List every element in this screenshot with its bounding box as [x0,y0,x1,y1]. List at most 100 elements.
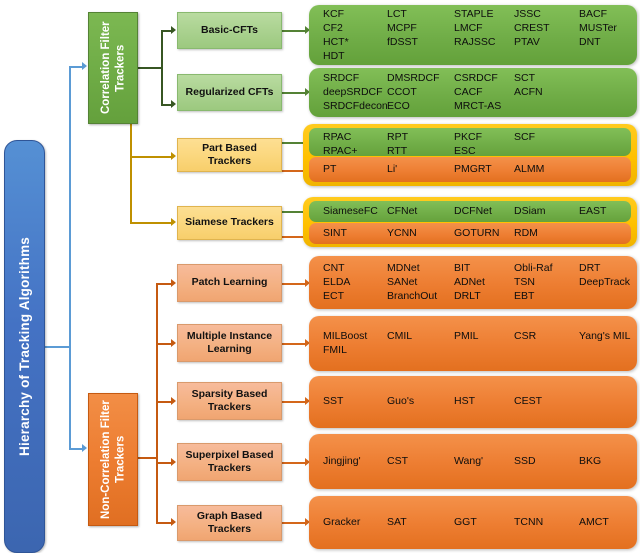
connector-noncf-stub [138,457,158,460]
connector-noncf-to-patch [156,283,172,286]
category-regularized-cfts[interactable]: Regularized CFTs [177,74,282,111]
tracker-name: CMIL [387,329,413,342]
tracker-name: MDNet [387,261,420,274]
category-part-based-trackers[interactable]: Part Based Trackers [177,138,282,172]
tracker-name: RAJSSC [454,36,496,48]
tracker-name: CCOT [387,85,417,98]
tracker-name: SINT [323,226,347,239]
category-siamese-trackers[interactable]: Siamese Trackers [177,206,282,240]
tracker-name: SCF [514,131,535,143]
branch-noncf-label: Non-Correlation Filter Trackers [99,400,126,519]
tracker-name: DeepTrack [579,275,630,288]
connector-cf-yellow-drop [130,214,133,224]
arrow-noncf-to-patch-icon [171,279,176,287]
category-superpixel-based-trackers[interactable]: Superpixel Based Trackers [177,443,282,481]
tracker-name: JSSC [514,8,541,20]
connector-root-to-cf [69,66,83,68]
panel-siamese-wrapper: SiameseFC CFNet DCFNet DSiam EAST SINT YCNN GO… [303,197,637,247]
category-graph-based-trackers[interactable]: Graph Based Trackers [177,505,282,541]
tracker-name: CFNet [387,204,418,217]
panel-basic-cfts-grid: KCF LCT STAPLE JSSC BACF CF2 MCPF LMCF CREST MUST… [309,5,637,65]
panel-part-based-green: RPAC RPT PKCF SCF RPAC+ RTT ESC [309,128,631,157]
panel-siamese-orange-grid: SINT YCNN GOTURN RDM [309,223,631,244]
arrow-cf-to-siamese-icon [171,218,176,226]
tracker-name: SiameseFC [323,204,378,217]
panel-patch-learning: CNT MDNet BIT Obli-Raf DRT ELDA SANet ADNet TSN D… [309,256,637,309]
branch-non-correlation-filter-trackers[interactable]: Non-Correlation Filter Trackers [88,393,138,526]
tracker-name: Li' [387,162,398,175]
tracker-name: HST [454,395,475,407]
arrow-cf-to-regularized-icon [171,100,176,108]
tracker-name: PTAV [514,36,540,48]
category-sparsity-based-trackers[interactable]: Sparsity Based Trackers [177,382,282,420]
panel-regularized-cfts-grid: SRDCF DMSRDCF CSRDCF SCT deepSRDCF CCOT CACF AC… [309,68,637,117]
panel-patch-learning-grid: CNT MDNet BIT Obli-Raf DRT ELDA SANet ADNet TSN D… [309,256,637,309]
tracker-name: Wang' [454,454,484,467]
category-basic-cfts[interactable]: Basic-CFTs [177,12,282,49]
connector-regularized-to-panel [282,92,306,95]
tracker-name: BIT [454,261,471,274]
tracker-name: KCF [323,8,344,20]
root-node-hierarchy[interactable]: Hierarchy of Tracking Algorithms [4,140,45,553]
connector-root-trunk [69,66,71,448]
tracker-name: ECO [387,99,410,112]
arrow-root-to-noncf-icon [82,444,87,452]
tracker-name: PMGRT [454,162,492,175]
tracker-name: Jingjing' [323,454,361,467]
tracker-name: ALMM [514,162,545,175]
arrow-noncf-to-mil-icon [171,339,176,347]
category-part-based-label: Part Based Trackers [202,141,257,167]
tracker-name: BKG [579,454,602,467]
tracker-name: RDM [514,226,538,239]
panel-part-based-wrapper: RPAC RPT PKCF SCF RPAC+ RTT ESC PT Li' PMGRT ALMM [303,124,637,186]
arrow-cf-to-basic-icon [171,26,176,34]
tracker-name: LMCF [454,22,483,34]
panel-siamese-green-grid: SiameseFC CFNet DCFNet DSiam EAST [309,201,631,222]
connector-basic-to-panel [282,30,306,33]
tracker-name: GOTURN [454,226,500,239]
panel-siamese-green: SiameseFC CFNet DCFNet DSiam EAST [309,201,631,222]
arrow-noncf-to-superpixel-icon [171,458,176,466]
tracker-name: fDSST [387,36,418,48]
tracker-name: BranchOut [387,289,438,302]
tracker-name: SRDCFdecon [323,99,388,112]
connector-root-stub [45,346,70,348]
category-patch-learning[interactable]: Patch Learning [177,264,282,302]
tracker-name: SST [323,395,344,407]
tracker-name: SRDCF [323,71,360,84]
tracker-name: HCT* [323,36,349,48]
tracker-name: EAST [579,204,607,217]
tracker-name: ESC [454,145,476,157]
tracker-name: BACF [579,8,608,20]
panel-basic-cfts: KCF LCT STAPLE JSSC BACF CF2 MCPF LMCF CREST MUST… [309,5,637,65]
tracker-name: STAPLE [454,8,494,20]
tracker-name: ACFN [514,85,543,98]
category-multiple-instance-learning[interactable]: Multiple Instance Learning [177,324,282,362]
connector-cf-trunk [161,30,164,106]
tracker-name: PKCF [454,131,483,143]
panel-sparsity: SST Guo's HST CEST [309,376,637,428]
tracker-name: RTT [387,145,408,157]
panel-graph: Gracker SAT GGT TCNN AMCT [309,496,637,549]
arrow-noncf-to-sparsity-icon [171,397,176,405]
tracker-name: CSR [514,329,537,342]
branch-cf-label: Correlation Filter Trackers [99,21,126,115]
connector-sparsity-to-panel [282,401,306,404]
category-regularized-cfts-label: Regularized CFTs [185,85,274,98]
tracker-name: DNT [579,36,601,48]
tracker-name: DRT [579,261,601,274]
category-graph-label: Graph Based Trackers [196,509,263,535]
tracker-name: ELDA [323,275,351,288]
tracker-name: RPAC+ [323,145,358,157]
tracker-name: Yang's MIL [579,329,631,342]
tracker-name: DSiam [514,204,546,217]
arrow-root-to-cf-icon [82,62,87,70]
tracker-name: AMCT [579,515,609,528]
panel-part-based-orange: PT Li' PMGRT ALMM [309,157,631,182]
tracker-name: Obli-Raf [514,261,553,274]
connector-noncf-to-graph [156,522,172,525]
tracker-name: ADNet [454,275,485,288]
connector-cf-to-siamese [130,222,172,225]
tracker-name: ECT [323,289,344,302]
branch-correlation-filter-trackers[interactable]: Correlation Filter Trackers [88,12,138,124]
